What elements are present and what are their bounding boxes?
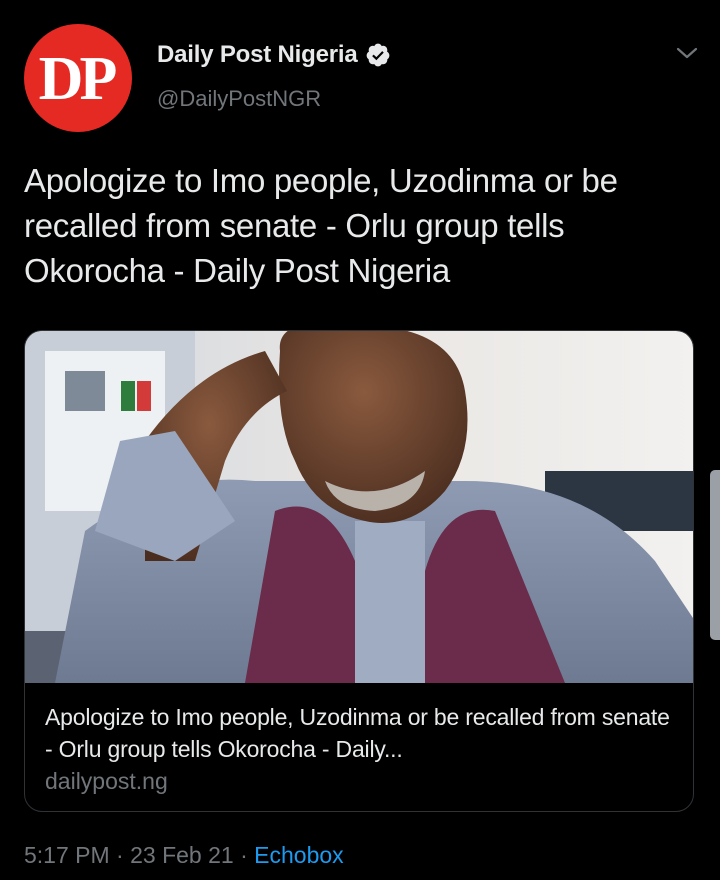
link-card[interactable]: Apologize to Imo people, Uzodinma or be … xyxy=(24,330,694,812)
tweet-text: Apologize to Imo people, Uzodinma or be … xyxy=(24,162,618,289)
tweet-meta: 5:17 PM · 23 Feb 21 · Echobox xyxy=(24,842,344,869)
meta-separator: · xyxy=(233,842,255,868)
card-image[interactable] xyxy=(25,331,693,683)
scrollbar[interactable] xyxy=(710,470,720,640)
meta-separator: · xyxy=(109,842,131,868)
chevron-down-icon[interactable] xyxy=(674,42,700,64)
card-domain[interactable]: dailypost.ng xyxy=(45,768,168,795)
avatar[interactable]: DP xyxy=(24,24,132,132)
avatar-initials: DP xyxy=(38,44,118,113)
author-row: Daily Post Nigeria xyxy=(157,38,391,72)
tweet-date[interactable]: 23 Feb 21 xyxy=(130,842,234,868)
card-title[interactable]: Apologize to Imo people, Uzodinma or be … xyxy=(45,701,675,765)
news-photo-icon xyxy=(25,331,693,683)
author-handle[interactable]: @DailyPostNGR xyxy=(157,86,321,112)
tweet-time[interactable]: 5:17 PM xyxy=(24,842,110,868)
tweet: DP Daily Post Nigeria @DailyPostNGR Apol… xyxy=(0,0,720,880)
tweet-source-link[interactable]: Echobox xyxy=(254,842,344,868)
verified-badge-icon xyxy=(367,43,390,67)
author-name[interactable]: Daily Post Nigeria xyxy=(157,41,358,69)
